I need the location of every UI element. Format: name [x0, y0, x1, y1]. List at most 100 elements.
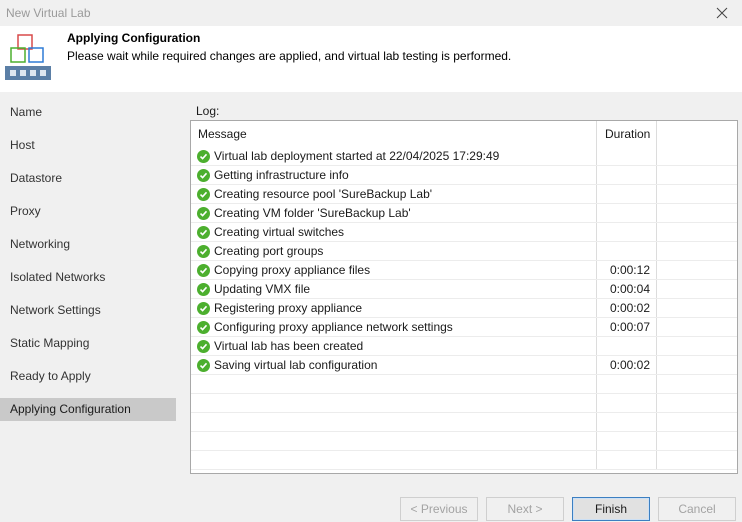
- log-row-empty: [191, 375, 737, 394]
- log-row[interactable]: Registering proxy appliance 0:00:02: [191, 299, 737, 318]
- log-message-text: Saving virtual lab configuration: [214, 358, 378, 372]
- log-duration-cell: 0:00:04: [597, 280, 657, 298]
- log-message-text: Updating VMX file: [214, 282, 311, 296]
- log-row[interactable]: Virtual lab has been created: [191, 337, 737, 356]
- log-message-text: Creating VM folder 'SureBackup Lab': [214, 206, 411, 220]
- log-message-text: Creating virtual switches: [214, 225, 345, 239]
- finish-button[interactable]: Finish: [572, 497, 650, 521]
- log-duration-cell: [597, 394, 657, 412]
- window-title: New Virtual Lab: [6, 6, 91, 20]
- log-row-empty: [191, 394, 737, 413]
- log-duration-cell: [597, 432, 657, 450]
- log-row[interactable]: Configuring proxy appliance network sett…: [191, 318, 737, 337]
- log-message-text: Configuring proxy appliance network sett…: [214, 320, 453, 334]
- check-circle-icon: [197, 320, 210, 334]
- log-message-cell: Copying proxy appliance files: [191, 261, 597, 279]
- log-message-text: Virtual lab deployment started at 22/04/…: [214, 149, 500, 163]
- step-ready-to-apply[interactable]: Ready to Apply: [0, 360, 176, 393]
- check-circle-icon: [197, 149, 210, 163]
- step-applying-configuration[interactable]: Applying Configuration: [0, 398, 176, 421]
- log-duration-cell: 0:00:12: [597, 261, 657, 279]
- check-circle-icon: [197, 358, 210, 372]
- log-message-cell: Virtual lab has been created: [191, 337, 597, 355]
- log-duration-cell: [597, 413, 657, 431]
- cancel-button[interactable]: Cancel: [658, 497, 736, 521]
- wizard-steps: Name Host Datastore Proxy Networking Iso…: [0, 96, 176, 421]
- log-message-text: Copying proxy appliance files: [214, 263, 371, 277]
- wizard-footer: < Previous Next > Finish Cancel: [0, 486, 742, 522]
- log-table[interactable]: Message Duration Virtual lab deployment …: [190, 120, 738, 474]
- check-circle-icon: [197, 168, 210, 182]
- log-duration-cell: 0:00:02: [597, 299, 657, 317]
- close-icon: [716, 7, 728, 19]
- log-duration-cell: [597, 375, 657, 393]
- page-subtitle: Please wait while required changes are a…: [67, 49, 512, 63]
- log-message-text: Getting infrastructure info: [214, 168, 349, 182]
- previous-button[interactable]: < Previous: [400, 497, 478, 521]
- step-name[interactable]: Name: [0, 96, 176, 129]
- log-message-cell: Creating port groups: [191, 242, 597, 260]
- log-row[interactable]: Creating virtual switches: [191, 223, 737, 242]
- log-duration-cell: [597, 185, 657, 203]
- log-row-empty: [191, 432, 737, 451]
- log-rows: Virtual lab deployment started at 22/04/…: [191, 147, 737, 470]
- log-message-cell: Creating virtual switches: [191, 223, 597, 241]
- log-duration-cell: [597, 223, 657, 241]
- log-message-cell: [191, 413, 597, 431]
- close-button[interactable]: [702, 0, 742, 26]
- log-duration-cell: 0:00:02: [597, 356, 657, 374]
- log-message-cell: Virtual lab deployment started at 22/04/…: [191, 147, 597, 165]
- log-message-cell: Saving virtual lab configuration: [191, 356, 597, 374]
- log-message-cell: [191, 375, 597, 393]
- log-row-empty: [191, 413, 737, 432]
- log-message-text: Registering proxy appliance: [214, 301, 363, 315]
- step-networking[interactable]: Networking: [0, 228, 176, 261]
- log-message-cell: Updating VMX file: [191, 280, 597, 298]
- check-circle-icon: [197, 282, 210, 296]
- log-row[interactable]: Creating VM folder 'SureBackup Lab': [191, 204, 737, 223]
- check-circle-icon: [197, 339, 210, 353]
- log-duration-cell: [597, 204, 657, 222]
- log-duration-cell: [597, 166, 657, 184]
- step-static-mapping[interactable]: Static Mapping: [0, 327, 176, 360]
- log-row[interactable]: Saving virtual lab configuration 0:00:02: [191, 356, 737, 375]
- check-circle-icon: [197, 263, 210, 277]
- log-duration-cell: [597, 337, 657, 355]
- log-duration-cell: 0:00:07: [597, 318, 657, 336]
- check-circle-icon: [197, 225, 210, 239]
- step-proxy[interactable]: Proxy: [0, 195, 176, 228]
- log-label: Log:: [196, 104, 220, 118]
- log-row[interactable]: Getting infrastructure info: [191, 166, 737, 185]
- log-duration-cell: [597, 147, 657, 165]
- log-row[interactable]: Creating port groups: [191, 242, 737, 261]
- log-row[interactable]: Copying proxy appliance files 0:00:12: [191, 261, 737, 280]
- check-circle-icon: [197, 244, 210, 258]
- step-isolated-networks[interactable]: Isolated Networks: [0, 261, 176, 294]
- log-message-text: Creating resource pool 'SureBackup Lab': [214, 187, 433, 201]
- log-message-cell: Getting infrastructure info: [191, 166, 597, 184]
- log-header-row: Message Duration: [191, 121, 737, 147]
- check-circle-icon: [197, 301, 210, 315]
- step-network-settings[interactable]: Network Settings: [0, 294, 176, 327]
- log-row[interactable]: Creating resource pool 'SureBackup Lab': [191, 185, 737, 204]
- step-datastore[interactable]: Datastore: [0, 162, 176, 195]
- log-row[interactable]: Virtual lab deployment started at 22/04/…: [191, 147, 737, 166]
- column-header-message[interactable]: Message: [191, 121, 597, 147]
- step-host[interactable]: Host: [0, 129, 176, 162]
- log-message-cell: Creating resource pool 'SureBackup Lab': [191, 185, 597, 203]
- log-row-empty: [191, 451, 737, 470]
- log-duration-cell: [597, 451, 657, 469]
- log-message-text: Creating port groups: [214, 244, 324, 258]
- log-message-text: Virtual lab has been created: [214, 339, 364, 353]
- title-bar: New Virtual Lab: [0, 0, 742, 26]
- check-circle-icon: [197, 206, 210, 220]
- virtual-lab-icon: [5, 34, 51, 80]
- log-row[interactable]: Updating VMX file 0:00:04: [191, 280, 737, 299]
- column-header-duration[interactable]: Duration: [597, 121, 657, 147]
- check-circle-icon: [197, 187, 210, 201]
- page-title: Applying Configuration: [67, 31, 201, 45]
- next-button[interactable]: Next >: [486, 497, 564, 521]
- log-message-cell: [191, 451, 597, 469]
- log-duration-cell: [597, 242, 657, 260]
- log-message-cell: Registering proxy appliance: [191, 299, 597, 317]
